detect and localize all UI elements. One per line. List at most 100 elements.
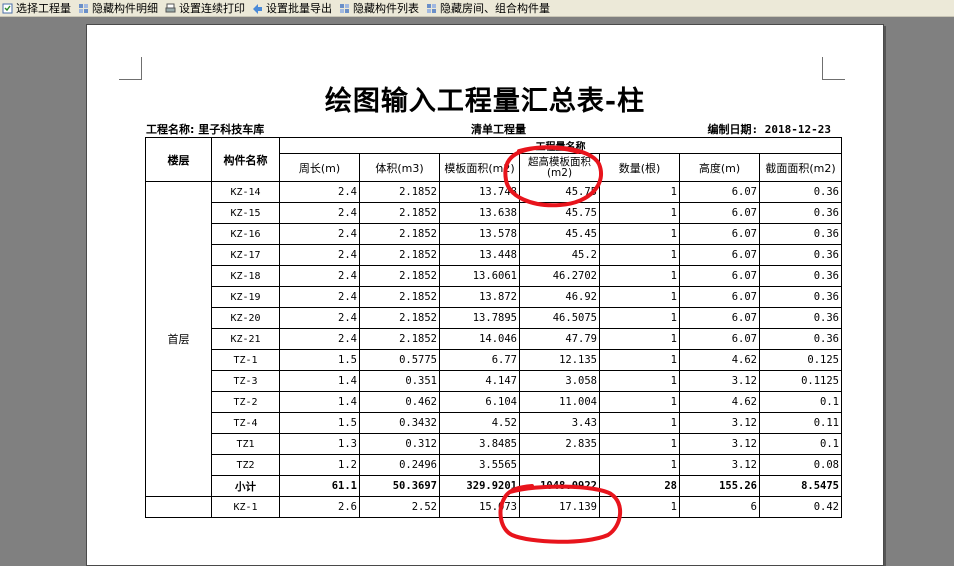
value-cell: 2.4 [279, 223, 360, 245]
value-cell: 3.5565 [439, 454, 520, 476]
value-cell: 0.351 [359, 370, 440, 392]
table-row: KZ-17 2.4 2.1852 13.448 45.2 1 6.07 0.36 [146, 244, 842, 266]
table-row: TZ1 1.3 0.312 3.8485 2.835 1 3.12 0.1 [146, 433, 842, 455]
subtotal-row: 小计 61.1 50.3697 329.9201 1048.0922 28 155.26 8.… [146, 475, 842, 497]
table-row: 首层 KZ-14 2.4 2.1852 13.748 45.75 1 6.07 0.36 [145, 181, 842, 497]
toolbar-button-1[interactable]: 选择工程量 [0, 0, 76, 16]
value-cell: 45.75 [519, 181, 600, 203]
toolbar-button-5[interactable]: 隐藏构件列表 [337, 0, 424, 16]
value-cell: 1 [599, 244, 680, 266]
toolbar-button-4[interactable]: 设置批量导出 [250, 0, 337, 16]
component-name-cell: KZ-19 [211, 286, 280, 308]
component-name-cell: TZ-4 [211, 412, 280, 434]
table-row: KZ-19 2.4 2.1852 13.872 46.92 1 6.07 0.36 [146, 286, 842, 308]
value-cell: 4.52 [439, 412, 520, 434]
value-cell: 0.36 [759, 328, 842, 350]
value-cell: 0.36 [759, 181, 842, 203]
value-cell: 6.104 [439, 391, 520, 413]
table-row: KZ-21 2.4 2.1852 14.046 47.79 1 6.07 0.36 [146, 328, 842, 350]
value-cell: 0.462 [359, 391, 440, 413]
component-name-cell: KZ-14 [211, 181, 280, 203]
floor-cell: 首层 [145, 181, 212, 497]
value-cell: 13.6061 [439, 265, 520, 287]
value-cell: 2.1852 [359, 307, 440, 329]
value-cell: 2.1852 [359, 181, 440, 203]
value-cell: 13.448 [439, 244, 520, 266]
value-cell: 0.1 [759, 391, 842, 413]
column-header: 超高模板面积 (m2) [519, 153, 600, 182]
value-cell: 3.12 [679, 433, 760, 455]
value-cell: 3.8485 [439, 433, 520, 455]
select-icon [2, 3, 13, 14]
table-row: TZ-3 1.4 0.351 4.147 3.058 1 3.12 0.1125 [146, 370, 842, 392]
value-cell: 0.36 [759, 286, 842, 308]
value-cell: 0.3432 [359, 412, 440, 434]
value-cell: 1 [599, 370, 680, 392]
component-name-cell: KZ-21 [211, 328, 280, 350]
value-cell: 6.07 [679, 202, 760, 224]
hide-room-icon [426, 3, 437, 14]
subtotal-value-cell: 155.26 [679, 475, 760, 497]
value-cell: 1.4 [279, 391, 360, 413]
value-cell: 2.52 [359, 496, 440, 518]
toolbar-button-label: 设置连续打印 [179, 2, 245, 15]
value-cell: 45.75 [519, 202, 600, 224]
table-row: TZ-1 1.5 0.5775 6.77 12.135 1 4.62 0.125 [146, 349, 842, 371]
value-cell: 6.07 [679, 244, 760, 266]
value-cell: 0.36 [759, 202, 842, 224]
value-cell: 0.42 [759, 496, 842, 518]
component-name-cell: KZ-18 [211, 265, 280, 287]
component-name-cell: TZ-1 [211, 349, 280, 371]
value-cell: 2.1852 [359, 223, 440, 245]
table-row: KZ-15 2.4 2.1852 13.638 45.75 1 6.07 0.36 [146, 202, 842, 224]
quantity-table: 楼层 构件名称 工程量名称 周长(m) 体积(m3) 模板面积(m2) 超高模板面积(… [145, 137, 842, 518]
value-cell: 46.2702 [519, 265, 600, 287]
toolbar-button-2[interactable]: 隐藏构件明细 [76, 0, 163, 16]
value-cell: 13.748 [439, 181, 520, 203]
value-cell: 6.07 [679, 307, 760, 329]
value-cell: 46.5075 [519, 307, 600, 329]
column-header: 周长(m) [279, 153, 360, 182]
subtotal-value-cell: 61.1 [279, 475, 360, 497]
value-cell: 1 [599, 433, 680, 455]
report-page: 绘图输入工程量汇总表-柱 工程名称: 里子科技车库 清单工程量 编制日期: 20… [86, 24, 884, 566]
subtotal-label: 小计 [211, 475, 280, 497]
subtotal-value-cell: 50.3697 [359, 475, 440, 497]
table-row: KZ-18 2.4 2.1852 13.6061 46.2702 1 6.07 0.36 [146, 265, 842, 287]
value-cell: 0.36 [759, 265, 842, 287]
value-cell: 13.578 [439, 223, 520, 245]
table-row: TZ-4 1.5 0.3432 4.52 3.43 1 3.12 0.11 [146, 412, 842, 434]
toolbar-button-label: 隐藏房间、组合构件量 [440, 2, 550, 15]
value-cell: 6.07 [679, 265, 760, 287]
value-cell [519, 454, 600, 476]
value-cell: 2.1852 [359, 328, 440, 350]
toolbar-button-label: 隐藏构件列表 [353, 2, 419, 15]
value-cell: 1 [599, 391, 680, 413]
value-cell: 13.638 [439, 202, 520, 224]
value-cell: 47.79 [519, 328, 600, 350]
value-cell: 2.6 [279, 496, 360, 518]
value-cell: 46.92 [519, 286, 600, 308]
value-cell: 4.62 [679, 391, 760, 413]
value-cell: 3.058 [519, 370, 600, 392]
hide-detail-icon [78, 3, 89, 14]
header-floor: 楼层 [145, 137, 212, 182]
value-cell: 2.4 [279, 307, 360, 329]
value-cell: 4.62 [679, 349, 760, 371]
value-cell: 6.07 [679, 286, 760, 308]
value-cell: 1 [599, 328, 680, 350]
project-name: 工程名称: 里子科技车库 [146, 123, 265, 136]
toolbar-button-label: 隐藏构件明细 [92, 2, 158, 15]
component-name-cell: KZ-15 [211, 202, 280, 224]
value-cell: 2.4 [279, 328, 360, 350]
value-cell: 0.5775 [359, 349, 440, 371]
value-cell: 0.1 [759, 433, 842, 455]
quantity-type: 清单工程量 [471, 123, 526, 136]
value-cell: 17.139 [519, 496, 600, 518]
value-cell: 1 [599, 307, 680, 329]
value-cell: 1.3 [279, 433, 360, 455]
value-cell: 6.07 [679, 181, 760, 203]
toolbar-button-6[interactable]: 隐藏房间、组合构件量 [424, 0, 555, 16]
value-cell: 45.2 [519, 244, 600, 266]
toolbar-button-3[interactable]: 设置连续打印 [163, 0, 250, 16]
